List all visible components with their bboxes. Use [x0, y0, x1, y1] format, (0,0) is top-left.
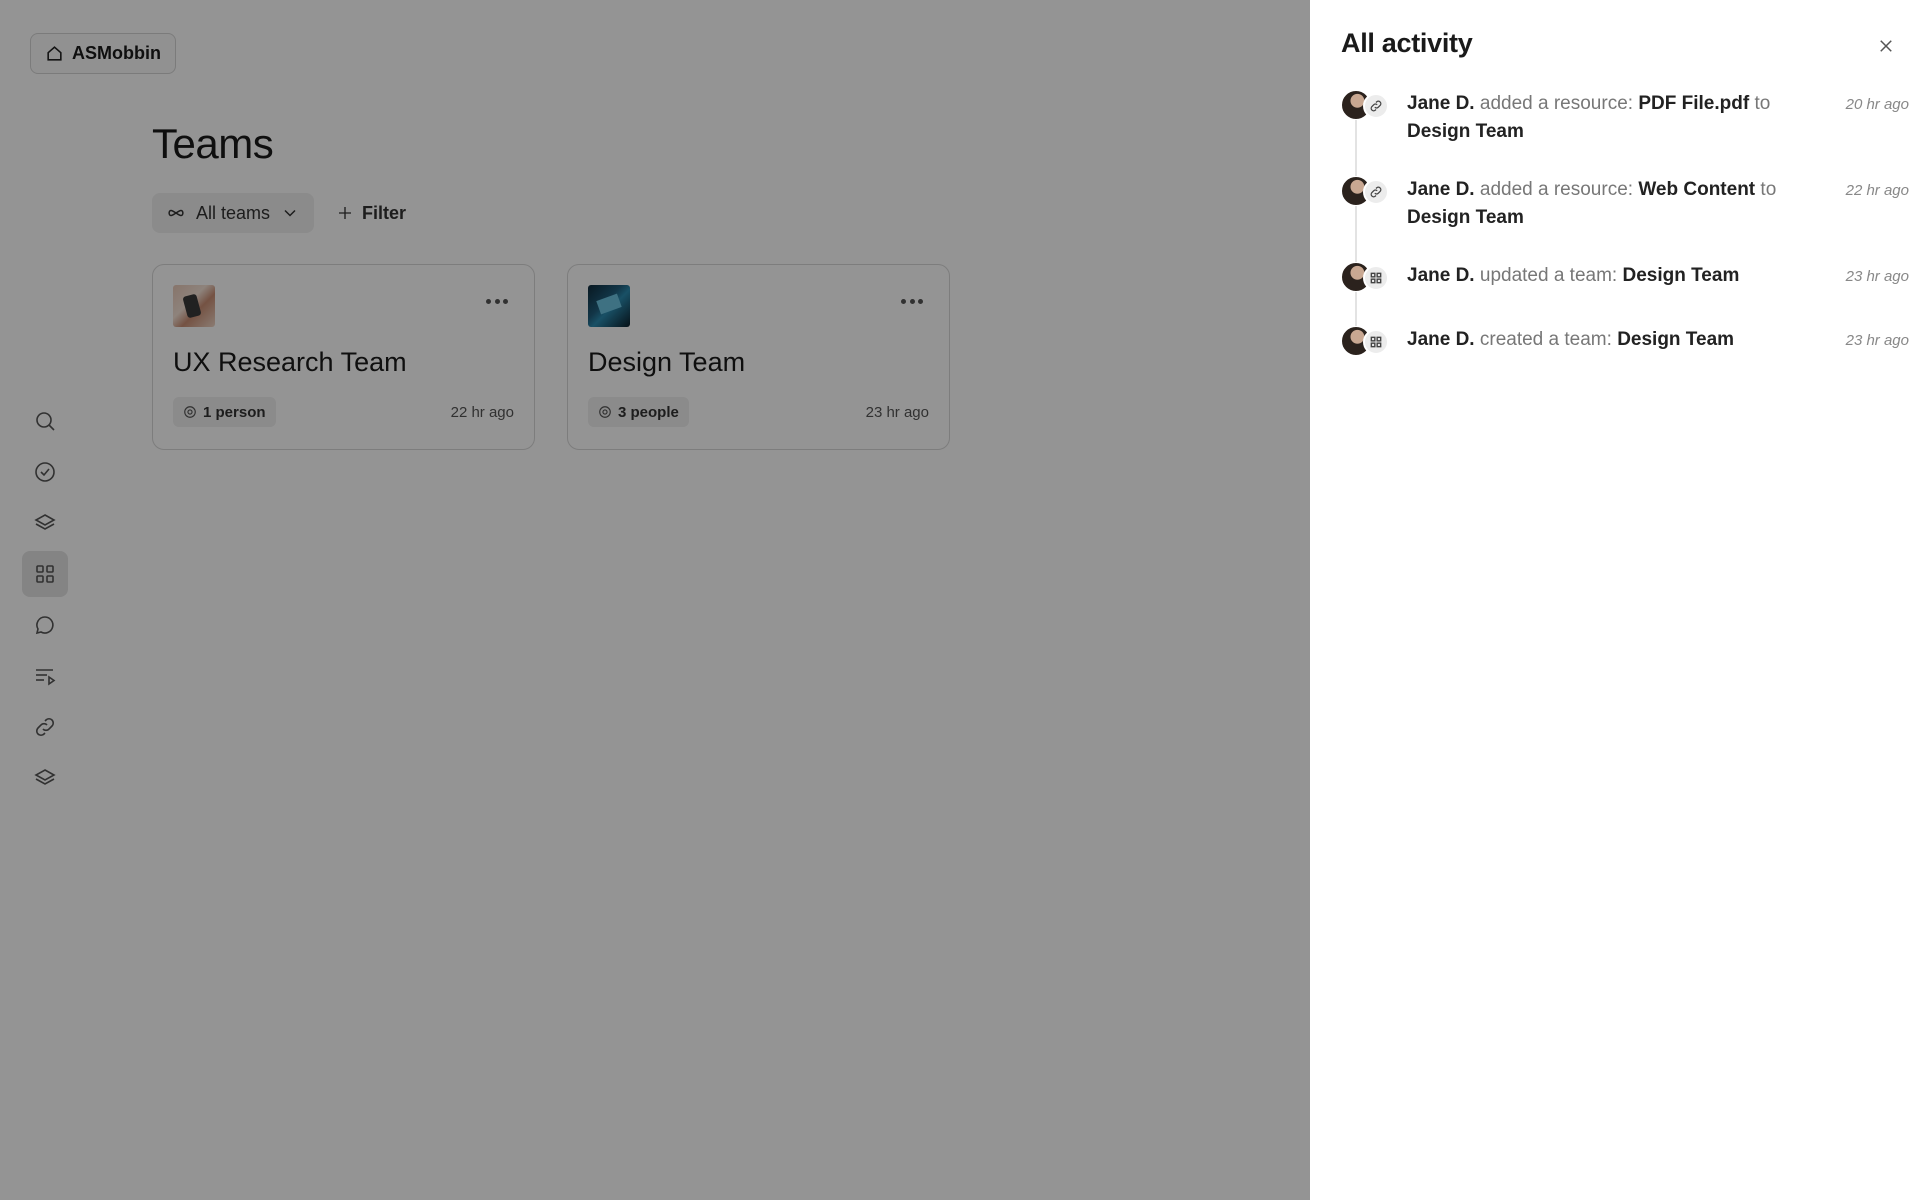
activity-time: 23 hr ago — [1845, 268, 1909, 285]
activity-team[interactable]: Design Team — [1407, 121, 1524, 142]
activity-feed: Jane D. added a resource: PDF File.pdf t… — [1341, 90, 1909, 390]
activity-time: 20 hr ago — [1845, 96, 1909, 113]
modal-backdrop[interactable] — [0, 0, 1310, 1200]
activity-connector: to — [1754, 93, 1771, 114]
activity-action: created a team: — [1479, 329, 1612, 350]
close-icon — [1880, 40, 1892, 52]
activity-item: Jane D. updated a team: Design Team 23 h… — [1341, 262, 1909, 294]
activity-action: added a resource: — [1479, 93, 1634, 114]
activity-text: Jane D. added a resource: PDF File.pdf t… — [1407, 90, 1817, 146]
activity-user[interactable]: Jane D. — [1407, 329, 1475, 350]
activity-connector: to — [1760, 179, 1777, 200]
timeline-line — [1355, 120, 1357, 350]
link-icon — [1363, 179, 1389, 205]
activity-user[interactable]: Jane D. — [1407, 93, 1475, 114]
activity-text: Jane D. created a team: Design Team — [1407, 326, 1817, 354]
activity-time: 22 hr ago — [1845, 182, 1909, 199]
grid-icon — [1363, 329, 1389, 355]
activity-item: Jane D. added a resource: PDF File.pdf t… — [1341, 90, 1909, 146]
link-icon — [1363, 93, 1389, 119]
activity-item: Jane D. created a team: Design Team 23 h… — [1341, 326, 1909, 358]
activity-target[interactable]: Design Team — [1617, 329, 1734, 350]
activity-target[interactable]: Web Content — [1638, 179, 1755, 200]
close-button[interactable] — [1874, 34, 1898, 58]
activity-action: updated a team: — [1479, 265, 1618, 286]
activity-item: Jane D. added a resource: Web Content to… — [1341, 176, 1909, 232]
activity-text: Jane D. added a resource: Web Content to… — [1407, 176, 1817, 232]
activity-time: 23 hr ago — [1845, 332, 1909, 349]
activity-target[interactable]: Design Team — [1622, 265, 1739, 286]
activity-panel: All activity Jane D. added a resource: P… — [1310, 0, 1920, 1200]
activity-action: added a resource: — [1479, 179, 1634, 200]
activity-user[interactable]: Jane D. — [1407, 265, 1475, 286]
activity-target[interactable]: PDF File.pdf — [1638, 93, 1749, 114]
activity-user[interactable]: Jane D. — [1407, 179, 1475, 200]
activity-title: All activity — [1341, 28, 1473, 58]
activity-text: Jane D. updated a team: Design Team — [1407, 262, 1817, 290]
activity-team[interactable]: Design Team — [1407, 207, 1524, 228]
grid-icon — [1363, 265, 1389, 291]
